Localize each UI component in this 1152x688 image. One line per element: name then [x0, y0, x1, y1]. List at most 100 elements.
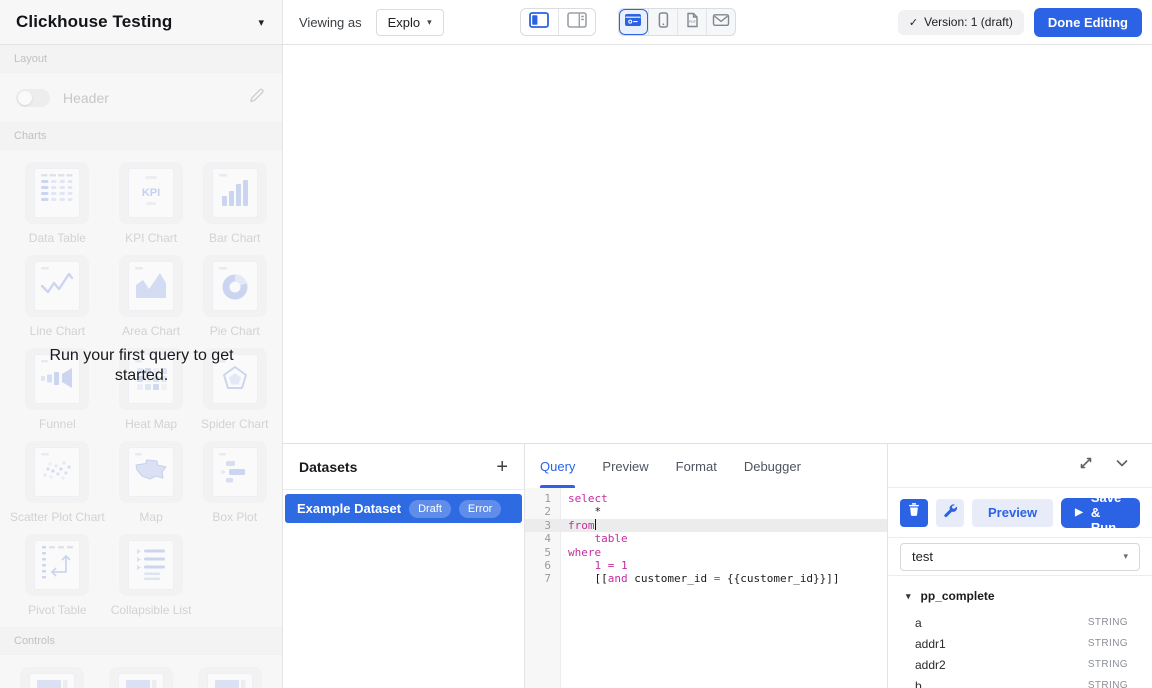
play-icon: ▶ — [1075, 508, 1083, 518]
tab-preview[interactable]: Preview — [602, 444, 648, 488]
code-text: 1 = 1 — [561, 559, 628, 572]
sql-code-editor[interactable]: 1select2 *3from4 table5where6 1 = 17 [[a… — [525, 488, 887, 688]
control-type-tile[interactable] — [99, 667, 182, 688]
collapse-panel-chevron-icon[interactable] — [1114, 455, 1130, 476]
preview-mode-group: PDF — [618, 8, 736, 36]
schema-field-addr1: addr1STRING — [888, 633, 1152, 654]
code-text: table — [561, 532, 628, 545]
trash-icon — [906, 502, 922, 523]
control-type-tile[interactable] — [10, 667, 93, 688]
chart-type-label: Funnel — [39, 417, 76, 431]
query-editor-panel: Query Preview Format Debugger 1select2 *3fr… — [525, 444, 888, 688]
line-number: 2 — [525, 505, 561, 518]
header-toggle[interactable] — [16, 89, 50, 107]
version-badge[interactable]: ✓ Version: 1 (draft) — [898, 10, 1024, 35]
chart-type-collapsible-list[interactable]: Collapsible List — [111, 534, 192, 617]
delete-query-button[interactable] — [900, 499, 928, 527]
version-label: Version: 1 (draft) — [924, 15, 1013, 29]
format-query-button[interactable] — [936, 499, 964, 527]
chart-type-label: Pie Chart — [210, 324, 260, 338]
email-preview-button[interactable] — [706, 9, 735, 35]
chevron-down-icon: ▾ — [427, 17, 432, 28]
pivot-table-icon — [39, 543, 75, 588]
preview-button[interactable]: Preview — [972, 499, 1053, 527]
dataset-item-example-dataset[interactable]: Example DatasetDraftError — [285, 494, 522, 523]
field-type: STRING — [1088, 617, 1128, 628]
chart-type-pivot-table[interactable]: Pivot Table — [10, 534, 105, 617]
line-number: 5 — [525, 546, 561, 559]
edit-pencil-icon[interactable] — [248, 86, 266, 109]
line-number: 4 — [525, 532, 561, 545]
chevron-down-icon: ▾ — [1123, 551, 1128, 562]
code-line-4: 4 table — [525, 532, 887, 545]
chart-type-label: Line Chart — [30, 324, 85, 338]
code-text: where — [561, 546, 601, 559]
dashboard-canvas[interactable] — [284, 46, 1152, 443]
line-chart-icon — [39, 264, 75, 309]
chart-type-kpi-chart[interactable]: KPIKPI Chart — [111, 162, 192, 245]
pie-chart-icon — [217, 264, 253, 309]
chart-type-label: Spider Chart — [201, 417, 268, 431]
toggle-left-panel-button[interactable] — [521, 9, 558, 35]
tab-debugger[interactable]: Debugger — [744, 444, 801, 488]
page-title: Clickhouse Testing — [16, 12, 172, 32]
expand-panel-icon[interactable] — [1078, 455, 1094, 476]
data-source-select[interactable]: test ▾ — [900, 543, 1140, 571]
chart-type-label: Box Plot — [212, 510, 257, 524]
schema-browser: ▾ pp_complete aSTRINGaddr1STRINGaddr2STR… — [888, 576, 1152, 688]
dashboard-title-menu[interactable]: Clickhouse Testing ▾ — [0, 0, 283, 44]
tab-query[interactable]: Query — [540, 444, 575, 488]
query-actions-panel: Preview ▶ Save & Run test ▾ ▾ pp_complet… — [888, 444, 1152, 688]
schema-field-a: aSTRING — [888, 612, 1152, 633]
field-name: addr1 — [915, 637, 946, 651]
schema-field-addr2: addr2STRING — [888, 654, 1152, 675]
desktop-preview-button[interactable] — [619, 9, 648, 35]
section-header-layout: Layout — [0, 45, 282, 73]
chart-type-label: Map — [139, 510, 162, 524]
pdf-preview-button[interactable]: PDF — [677, 9, 706, 35]
chevron-down-icon: ▾ — [258, 16, 264, 29]
done-editing-button[interactable]: Done Editing — [1034, 8, 1142, 37]
tab-format[interactable]: Format — [676, 444, 717, 488]
chart-type-scatter-plot-chart[interactable]: Scatter Plot Chart — [10, 441, 105, 524]
charts-grid: Data TableKPIKPI ChartBar Chart Line Char… — [0, 150, 282, 627]
empty-state-hint-text: Run your first query to get started. — [30, 346, 254, 386]
chart-type-data-table[interactable]: Data Table — [10, 162, 105, 245]
viewing-as-label: Viewing as — [299, 15, 362, 30]
mobile-preview-icon — [654, 12, 672, 33]
mobile-preview-button[interactable] — [648, 9, 677, 35]
chart-type-bar-chart[interactable]: Bar Chart — [197, 162, 272, 245]
data-source-row: test ▾ — [888, 538, 1152, 576]
viewing-as-dropdown[interactable]: Explo ▾ — [376, 9, 444, 36]
control-type-tile[interactable] — [189, 667, 272, 688]
area-chart-icon — [133, 264, 169, 309]
line-number: 1 — [525, 492, 561, 505]
dataset-list: Example DatasetDraftError — [283, 490, 524, 523]
dataset-name: Example Dataset — [297, 501, 401, 516]
chart-type-label: Area Chart — [122, 324, 180, 338]
svg-text:PDF: PDF — [689, 20, 696, 24]
chart-type-box-plot[interactable]: Box Plot — [197, 441, 272, 524]
save-and-run-button[interactable]: ▶ Save & Run — [1061, 498, 1140, 528]
schema-table-name: pp_complete — [921, 589, 995, 603]
field-name: b — [915, 679, 922, 688]
chevron-down-icon: ▾ — [906, 591, 911, 602]
chart-type-area-chart[interactable]: Area Chart — [111, 255, 192, 338]
datasets-panel: Datasets + Example DatasetDraftError — [283, 444, 525, 688]
add-dataset-button[interactable]: + — [496, 457, 508, 477]
chart-type-label: Scatter Plot Chart — [10, 510, 105, 524]
email-preview-icon — [712, 12, 730, 33]
controls-grid — [0, 655, 282, 688]
toggle-right-panel-button[interactable] — [558, 9, 595, 35]
chart-type-map[interactable]: Map — [111, 441, 192, 524]
code-text: from — [561, 519, 596, 532]
control-input-icon — [212, 676, 248, 688]
chart-type-pie-chart[interactable]: Pie Chart — [197, 255, 272, 338]
toggle-knob — [18, 91, 32, 105]
kpi-chart-icon: KPI — [133, 171, 169, 216]
chart-type-line-chart[interactable]: Line Chart — [10, 255, 105, 338]
desktop-preview-icon — [624, 12, 642, 33]
schema-table-header[interactable]: ▾ pp_complete — [888, 576, 1152, 612]
box-plot-icon — [217, 450, 253, 495]
text-cursor — [595, 519, 596, 530]
